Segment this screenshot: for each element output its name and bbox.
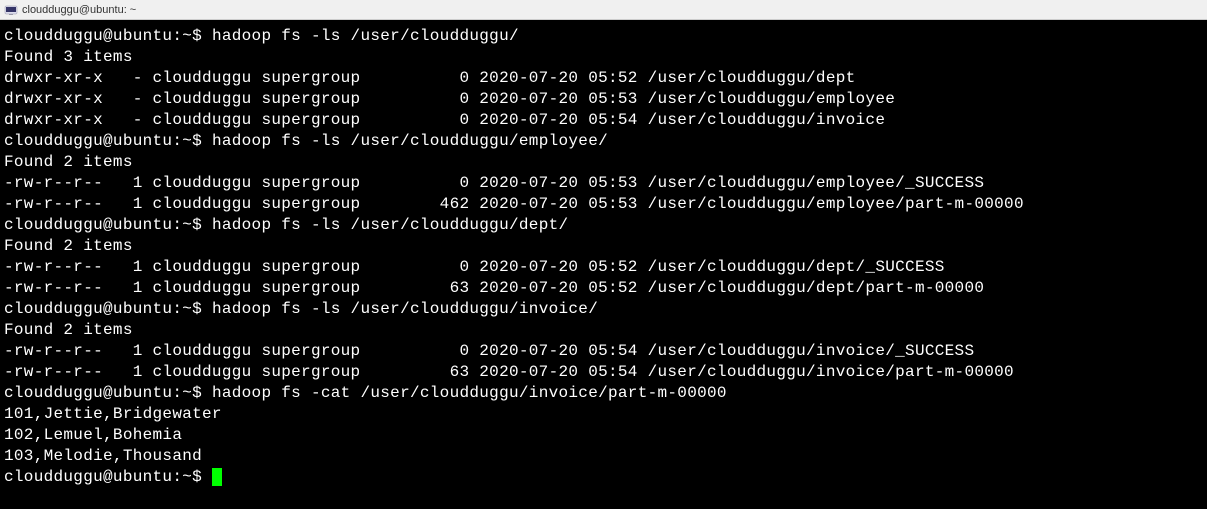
output-line: drwxr-xr-x - cloudduggu supergroup 0 202…	[4, 89, 1203, 110]
output-line: 101,Jettie,Bridgewater	[4, 404, 1203, 425]
shell-prompt: cloudduggu@ubuntu:~$	[4, 216, 212, 234]
output-line: -rw-r--r-- 1 cloudduggu supergroup 0 202…	[4, 173, 1203, 194]
output-line: Found 2 items	[4, 236, 1203, 257]
prompt-line: cloudduggu@ubuntu:~$	[4, 467, 1203, 488]
command-text: hadoop fs -ls /user/cloudduggu/dept/	[212, 216, 568, 234]
command-text: hadoop fs -cat /user/cloudduggu/invoice/…	[212, 384, 727, 402]
shell-prompt: cloudduggu@ubuntu:~$	[4, 468, 212, 486]
output-line: drwxr-xr-x - cloudduggu supergroup 0 202…	[4, 110, 1203, 131]
output-line: -rw-r--r-- 1 cloudduggu supergroup 63 20…	[4, 278, 1203, 299]
output-line: drwxr-xr-x - cloudduggu supergroup 0 202…	[4, 68, 1203, 89]
shell-prompt: cloudduggu@ubuntu:~$	[4, 384, 212, 402]
output-line: -rw-r--r-- 1 cloudduggu supergroup 0 202…	[4, 341, 1203, 362]
command-text: hadoop fs -ls /user/cloudduggu/employee/	[212, 132, 608, 150]
output-line: Found 3 items	[4, 47, 1203, 68]
command-text: hadoop fs -ls /user/cloudduggu/	[212, 27, 519, 45]
output-line: Found 2 items	[4, 152, 1203, 173]
output-line: -rw-r--r-- 1 cloudduggu supergroup 0 202…	[4, 257, 1203, 278]
window-titlebar[interactable]: cloudduggu@ubuntu: ~	[0, 0, 1207, 20]
shell-prompt: cloudduggu@ubuntu:~$	[4, 27, 212, 45]
output-line: Found 2 items	[4, 320, 1203, 341]
prompt-line: cloudduggu@ubuntu:~$ hadoop fs -ls /user…	[4, 26, 1203, 47]
output-line: 103,Melodie,Thousand	[4, 446, 1203, 467]
putty-icon	[4, 3, 18, 17]
window-title: cloudduggu@ubuntu: ~	[22, 4, 136, 16]
prompt-line: cloudduggu@ubuntu:~$ hadoop fs -ls /user…	[4, 299, 1203, 320]
cursor	[212, 468, 222, 486]
prompt-line: cloudduggu@ubuntu:~$ hadoop fs -ls /user…	[4, 215, 1203, 236]
output-line: -rw-r--r-- 1 cloudduggu supergroup 462 2…	[4, 194, 1203, 215]
command-text: hadoop fs -ls /user/cloudduggu/invoice/	[212, 300, 598, 318]
prompt-line: cloudduggu@ubuntu:~$ hadoop fs -ls /user…	[4, 131, 1203, 152]
shell-prompt: cloudduggu@ubuntu:~$	[4, 300, 212, 318]
terminal-area[interactable]: cloudduggu@ubuntu:~$ hadoop fs -ls /user…	[0, 20, 1207, 509]
output-line: 102,Lemuel,Bohemia	[4, 425, 1203, 446]
prompt-line: cloudduggu@ubuntu:~$ hadoop fs -cat /use…	[4, 383, 1203, 404]
output-line: -rw-r--r-- 1 cloudduggu supergroup 63 20…	[4, 362, 1203, 383]
shell-prompt: cloudduggu@ubuntu:~$	[4, 132, 212, 150]
